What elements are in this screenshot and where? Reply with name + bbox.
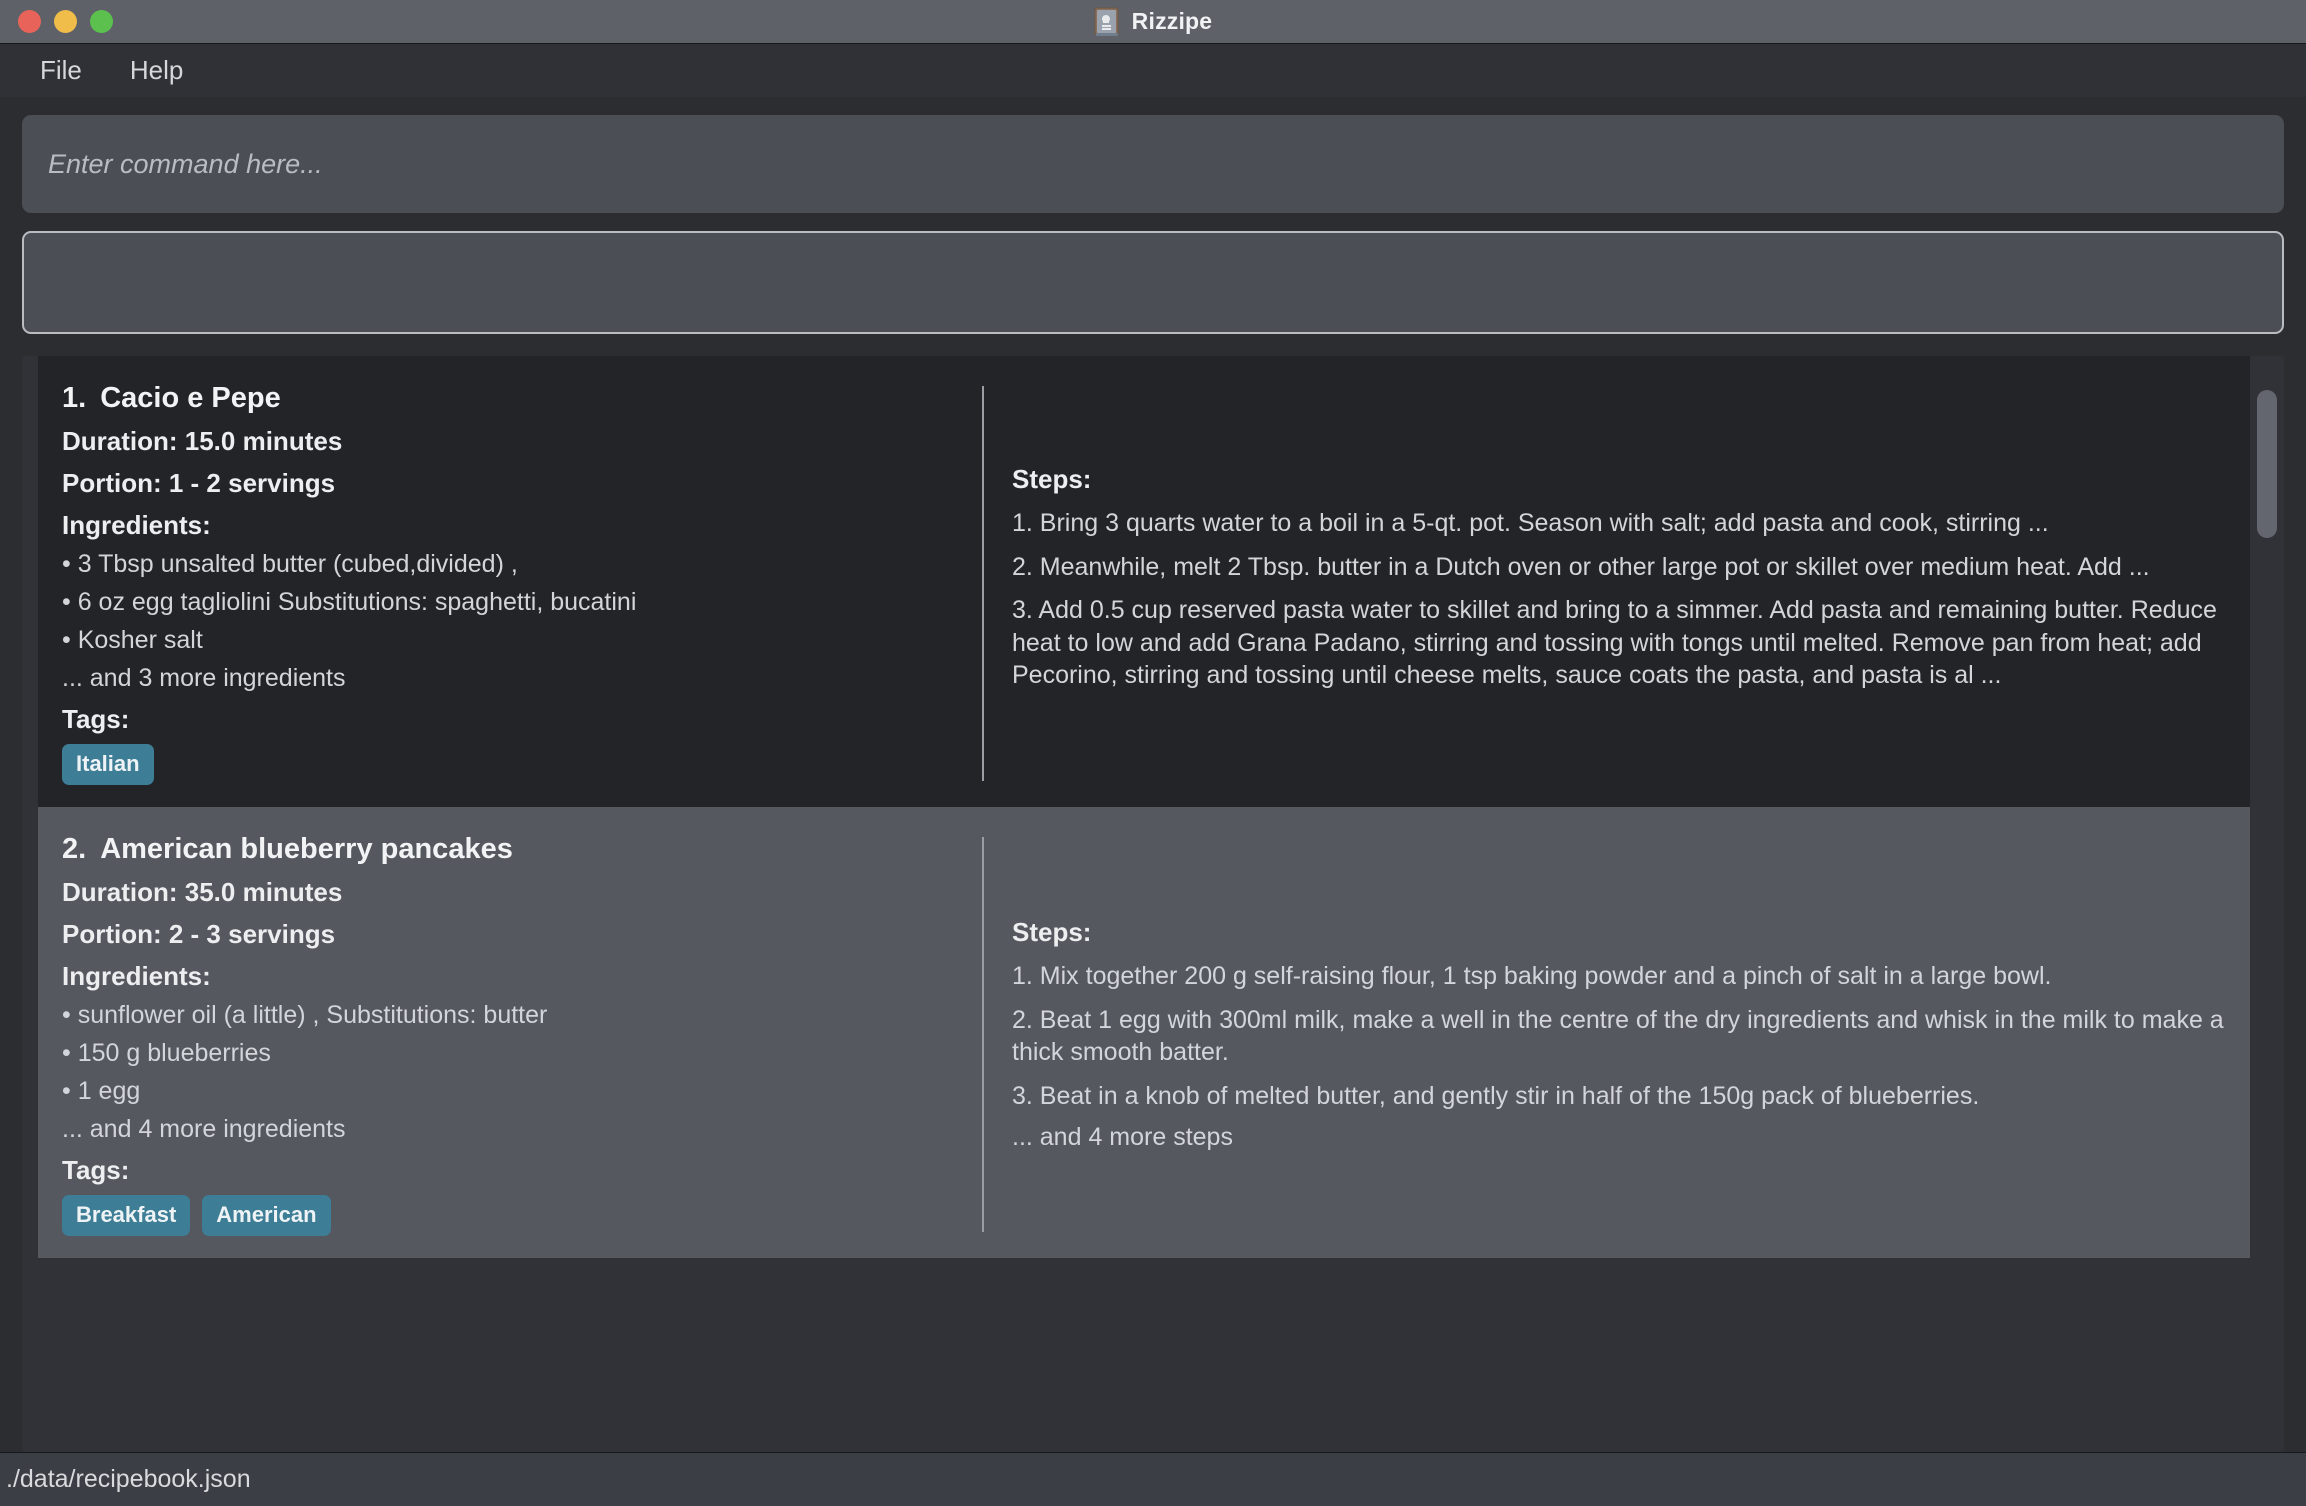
step-item: 2. Beat 1 egg with 300ml milk, make a we… (1012, 1005, 2224, 1067)
tags-row: Italian (62, 744, 952, 785)
menu-item-help[interactable]: Help (112, 51, 201, 90)
scrollbar-thumb[interactable] (2257, 390, 2277, 538)
steps-more-label: ... and 4 more steps (1012, 1123, 1233, 1151)
vertical-scrollbar[interactable] (2250, 356, 2284, 1452)
app-title: Rizzipe (1131, 8, 1213, 34)
ingredient-item: • 3 Tbsp unsalted butter (cubed,divided)… (62, 550, 518, 578)
recipe-card[interactable]: 1. Cacio e Pepe Duration: 15.0 minutes Po… (38, 356, 2268, 807)
app-window: Rizzipe File Help 1.Cacio e Pepe Dur (0, 0, 2306, 1506)
recipe-duration: Duration: 35.0 minutes (62, 877, 343, 907)
recipe-number: 2. (62, 833, 87, 865)
recipe-name: Cacio e Pepe (100, 382, 281, 414)
recipe-name: American blueberry pancakes (100, 833, 513, 865)
step-item: 3. Add 0.5 cup reserved pasta water to s… (1012, 596, 2217, 690)
ingredient-item: • Kosher salt (62, 626, 203, 654)
status-file-path: ./data/recipebook.json (6, 1465, 251, 1493)
recipe-details-column: 2. American blueberry pancakes Duration: … (62, 833, 982, 1236)
tag-chip[interactable]: Breakfast (62, 1195, 191, 1236)
main-content: 1. Cacio e Pepe Duration: 15.0 minutes Po… (0, 97, 2306, 1452)
menu-bar: File Help (0, 44, 2306, 97)
recipe-title: 2. American blueberry pancakes (62, 833, 952, 866)
step-item: 1. Bring 3 quarts water to a boil in a 5… (1012, 509, 2049, 538)
step-item: 1. Mix together 200 g self-raising flour… (1012, 962, 2052, 990)
step-item: 2. Meanwhile, melt 2 Tbsp. butter in a D… (1012, 552, 2150, 581)
tags-label: Tags: (62, 704, 130, 734)
recipe-list-scroll-area: 1. Cacio e Pepe Duration: 15.0 minutes Po… (38, 356, 2268, 1452)
ingredient-item: • 1 egg (62, 1077, 141, 1105)
step-item: 3. Beat in a knob of melted butter, and … (1012, 1081, 1980, 1110)
ingredient-item: • 150 g blueberries (62, 1039, 271, 1067)
tags-label: Tags: (62, 1155, 130, 1185)
steps-label: Steps: (1012, 917, 1092, 947)
steps-label: Steps: (1012, 464, 1092, 495)
ingredients-label: Ingredients: (62, 961, 211, 991)
menu-item-file[interactable]: File (22, 51, 100, 90)
recipe-steps-column: Steps: 1. Mix together 200 g self-raisin… (984, 833, 2244, 1236)
ingredients-label: Ingredients: (62, 510, 211, 540)
maximize-button[interactable] (90, 10, 113, 33)
recipe-card[interactable]: 2. American blueberry pancakes Duration: … (38, 807, 2268, 1258)
ingredient-item: • sunflower oil (a little) , Substitutio… (62, 1001, 548, 1029)
window-controls (0, 10, 113, 33)
status-bar: ./data/recipebook.json (0, 1452, 2306, 1506)
close-button[interactable] (18, 10, 41, 33)
command-input[interactable] (22, 115, 2284, 213)
recipe-steps-column: Steps: 1. Bring 3 quarts water to a boil… (984, 382, 2244, 785)
recipe-list: 1. Cacio e Pepe Duration: 15.0 minutes Po… (22, 356, 2284, 1452)
command-area (0, 97, 2306, 213)
recipe-duration: Duration: 15.0 minutes (62, 426, 343, 456)
ingredients-more-label: ... and 4 more ingredients (62, 1115, 346, 1143)
ingredients-more-label: ... and 3 more ingredients (62, 664, 346, 692)
recipe-book-icon (1094, 7, 1120, 37)
tags-row: Breakfast American (62, 1195, 952, 1236)
recipe-portion: Portion: 1 - 2 servings (62, 468, 336, 498)
tag-chip[interactable]: Italian (62, 744, 154, 785)
title-bar: Rizzipe (0, 0, 2306, 44)
minimize-button[interactable] (54, 10, 77, 33)
recipe-title: 1. Cacio e Pepe (62, 382, 952, 415)
output-area (0, 213, 2306, 334)
recipe-number: 1. (62, 382, 87, 414)
output-panel[interactable] (22, 231, 2284, 334)
recipe-details-column: 1. Cacio e Pepe Duration: 15.0 minutes Po… (62, 382, 982, 785)
recipe-portion: Portion: 2 - 3 servings (62, 919, 336, 949)
title-group: Rizzipe (0, 7, 2306, 37)
tag-chip[interactable]: American (202, 1195, 331, 1236)
ingredient-item: • 6 oz egg tagliolini Substitutions: spa… (62, 588, 637, 616)
